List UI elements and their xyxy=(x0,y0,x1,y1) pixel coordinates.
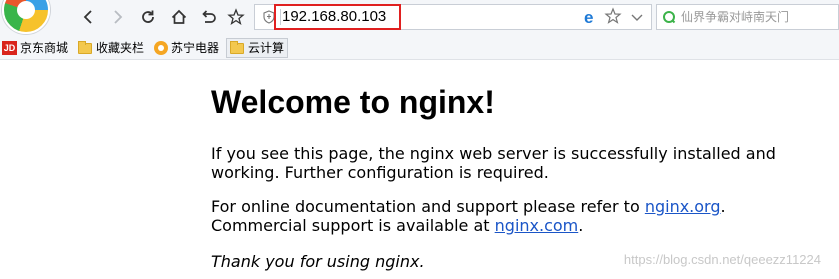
period: . xyxy=(578,216,584,235)
intro-line-1: If you see this page, the nginx web serv… xyxy=(211,144,776,163)
bookmark-star-icon[interactable] xyxy=(604,7,622,25)
suning-icon xyxy=(154,41,168,55)
back-button[interactable] xyxy=(78,6,100,28)
search-placeholder: 仙界争霸对峙南天门 xyxy=(681,10,790,24)
folder-icon xyxy=(230,40,244,54)
page-title: Welcome to nginx! xyxy=(211,84,495,120)
refresh-button[interactable] xyxy=(137,6,159,28)
refresh-icon xyxy=(142,10,154,23)
forward-arrow-icon xyxy=(114,10,123,24)
url-text[interactable]: 192.168.80.103 xyxy=(274,4,401,30)
docs-text: For online documentation and support ple… xyxy=(211,197,645,216)
folder-icon xyxy=(78,40,92,54)
chevron-down-icon[interactable] xyxy=(628,8,646,26)
period: . xyxy=(720,197,726,216)
ie-compat-icon[interactable]: e xyxy=(582,8,600,26)
svg-text:e: e xyxy=(584,8,593,26)
search-box[interactable]: 仙界争霸对峙南天门 xyxy=(656,4,839,30)
docs-paragraph: For online documentation and support ple… xyxy=(211,197,726,235)
browser-toolbar: 192.168.80.103 e 仙界争霸对峙南天门 xyxy=(0,0,839,36)
nginx-com-link[interactable]: nginx.com xyxy=(495,216,579,235)
bookmark-label: 云计算 xyxy=(248,41,285,55)
search-engine-icon xyxy=(663,11,676,24)
forward-button[interactable] xyxy=(106,6,128,28)
favorite-button[interactable] xyxy=(225,6,247,28)
intro-line-2: working. Further configuration is requir… xyxy=(211,163,549,182)
undo-close-button[interactable] xyxy=(197,6,219,28)
undo-icon xyxy=(202,10,216,23)
bookmark-favorites-folder[interactable]: 收藏夹栏 xyxy=(78,38,144,58)
home-button[interactable] xyxy=(168,6,190,28)
jd-icon: JD xyxy=(2,41,17,55)
intro-paragraph: If you see this page, the nginx web serv… xyxy=(211,144,776,182)
bookmarks-bar: JD 京东商城 收藏夹栏 苏宁电器 云计算 xyxy=(0,36,839,60)
bookmark-jd[interactable]: JD 京东商城 xyxy=(2,38,68,58)
star-outline-icon xyxy=(227,8,245,26)
support-text: Commercial support is available at xyxy=(211,216,495,235)
bookmark-label: 苏宁电器 xyxy=(171,41,220,55)
home-icon xyxy=(171,9,187,24)
watermark-text: https://blog.csdn.net/qeeezz11224 xyxy=(623,252,821,267)
bookmark-cloud-folder[interactable]: 云计算 xyxy=(226,38,289,58)
bookmark-suning[interactable]: 苏宁电器 xyxy=(154,38,219,58)
nginx-org-link[interactable]: nginx.org xyxy=(645,197,721,216)
browser-logo[interactable] xyxy=(2,0,50,34)
back-arrow-icon xyxy=(83,10,92,24)
bookmark-label: 收藏夹栏 xyxy=(96,41,145,55)
thanks-text: Thank you for using nginx. xyxy=(211,252,425,271)
bookmark-label: 京东商城 xyxy=(20,41,69,55)
